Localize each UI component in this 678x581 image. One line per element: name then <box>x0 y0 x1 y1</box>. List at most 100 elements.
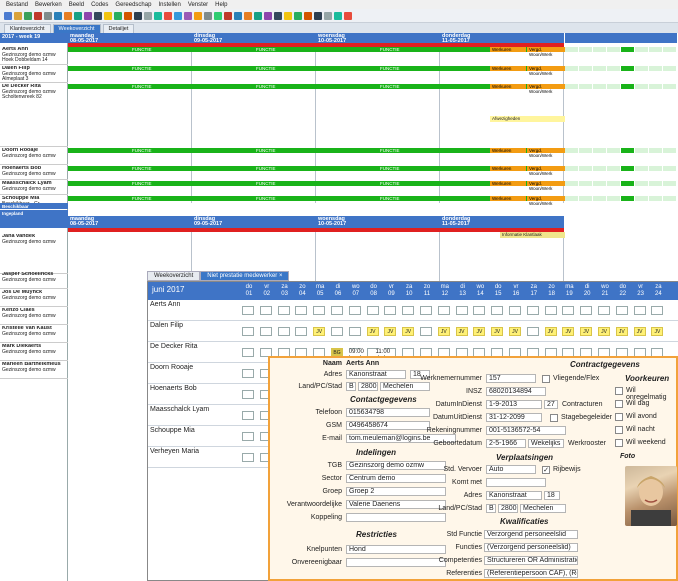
day-cell[interactable] <box>402 306 415 315</box>
menu-codes[interactable]: Codes <box>91 2 108 8</box>
save-icon[interactable] <box>84 11 92 20</box>
vliegende-checkbox[interactable] <box>542 375 550 383</box>
vk3-checkbox[interactable] <box>615 413 623 421</box>
day-cell[interactable] <box>242 369 254 378</box>
stdverv-select[interactable]: Auto <box>486 465 536 474</box>
popup-staff-row[interactable]: Aerts Ann <box>148 300 678 321</box>
day-cell[interactable] <box>598 306 610 315</box>
rek-field[interactable]: 001-5136572-54 <box>486 426 566 435</box>
tab-klantoverzicht[interactable]: Klantoverzicht <box>4 24 51 33</box>
menu-bewerken[interactable]: Bewerken <box>35 2 62 8</box>
close-icon[interactable] <box>344 11 352 20</box>
functies-field[interactable]: (Verzorgend personeelslid) <box>484 543 578 552</box>
menu-venster[interactable]: Venster <box>188 2 208 8</box>
menu-gereedschap[interactable]: Gereedschap <box>115 2 151 8</box>
staff-row[interactable]: Doorn Rooaje Gezinszorg demo ozmw <box>0 148 68 165</box>
zoom-icon[interactable] <box>104 11 112 20</box>
leave-jv-cell[interactable]: JV <box>455 327 468 336</box>
leave-jv-cell[interactable]: JV <box>366 327 379 336</box>
day-cell[interactable] <box>242 411 254 420</box>
vk2-checkbox[interactable] <box>615 400 623 408</box>
mail-icon[interactable] <box>284 11 292 20</box>
day-cell[interactable] <box>455 306 468 315</box>
day-cell[interactable] <box>562 306 575 315</box>
popup-staff-row[interactable]: Dalen Filip JV JV JV JV JV JV JV JV JV JV JV JV JV JV J… <box>148 321 678 342</box>
leave-jv-cell[interactable]: JV <box>509 327 521 336</box>
day-cell[interactable] <box>526 306 539 315</box>
land2-field[interactable]: B <box>486 504 496 513</box>
staff-row[interactable]: Maasschalck Lyam Gezinszorg demo ozmw <box>0 181 68 195</box>
day-cell[interactable] <box>633 306 646 315</box>
import-icon[interactable] <box>244 11 252 20</box>
funnel-icon[interactable] <box>224 11 232 20</box>
staff-row[interactable]: Aerts Ann Gezinszorg demo ozmw Hoek Dobbel… <box>0 47 68 65</box>
back-icon[interactable] <box>4 11 12 20</box>
pc2-field[interactable]: 2800 <box>498 504 518 513</box>
tag-icon[interactable] <box>214 11 222 20</box>
close-icon[interactable]: × <box>279 273 283 279</box>
tab-weekoverzicht[interactable]: Weekoverzicht <box>52 24 101 33</box>
settings-icon[interactable] <box>334 11 342 20</box>
leave-jv-cell[interactable]: JV <box>651 327 664 336</box>
menu-instellen[interactable]: Instellen <box>158 2 180 8</box>
leave-jv-cell[interactable]: JV <box>491 327 504 336</box>
datuit-field[interactable]: 31-12-2099 <box>486 413 542 422</box>
leave-jv-cell[interactable]: JV <box>580 327 593 336</box>
export-icon[interactable] <box>234 11 242 20</box>
day-cell[interactable] <box>366 306 379 315</box>
leave-jv-cell[interactable]: JV <box>562 327 575 336</box>
staff-row[interactable]: Jos De Muynck Gezinszorg demo ozmw <box>0 290 68 307</box>
zoom-out-icon[interactable] <box>114 11 122 20</box>
menu-beeld[interactable]: Beeld <box>69 2 84 8</box>
day-cell[interactable] <box>295 327 308 336</box>
phone-icon[interactable] <box>294 11 302 20</box>
day-cell[interactable] <box>651 306 664 315</box>
day-cell[interactable] <box>242 306 254 315</box>
vk1-checkbox[interactable] <box>615 387 623 395</box>
day-cell[interactable] <box>242 390 254 399</box>
day-cell[interactable] <box>348 327 361 336</box>
day-cell[interactable] <box>242 348 254 357</box>
leave-jv-cell[interactable]: JV <box>384 327 397 336</box>
wnr-field[interactable]: 157 <box>486 374 536 383</box>
staff-row[interactable]: Marleen Barthelkmeus Gezinszorg demo ozmw <box>0 362 68 379</box>
day-cell[interactable] <box>331 306 343 315</box>
adres2-nr-field[interactable]: 18 <box>544 491 560 500</box>
ref-field[interactable]: (Referentiepersoon CAF), (Ref <box>484 569 578 578</box>
adres2-field[interactable]: Kanonstraat <box>486 491 542 500</box>
stagebegel-checkbox[interactable] <box>550 414 558 422</box>
copy-icon[interactable] <box>54 11 62 20</box>
day-cell[interactable] <box>420 327 432 336</box>
staff-row[interactable]: Jasper Schoelincks Gezinszorg demo ozmw <box>0 272 68 289</box>
day-cell[interactable] <box>242 453 254 462</box>
tab-niet-prestatie[interactable]: Niet prestatie medewerker × <box>200 271 290 281</box>
staff-row[interactable]: Jana vandek Gezinszorg demo ozmw <box>0 234 68 274</box>
leave-jv-cell[interactable]: JV <box>598 327 610 336</box>
chart-icon[interactable] <box>174 11 182 20</box>
tab-detailjet[interactable]: Detailjet <box>102 24 135 33</box>
leave-jv-cell[interactable]: JV <box>437 327 450 336</box>
day-cell[interactable] <box>615 306 628 315</box>
day-cell[interactable] <box>384 306 397 315</box>
day-cell[interactable] <box>242 432 254 441</box>
vk5-checkbox[interactable] <box>615 439 623 447</box>
land-field[interactable]: B <box>346 382 356 391</box>
pc-field[interactable]: 2800 <box>358 382 378 391</box>
datin-nr-field[interactable]: 27 <box>544 400 558 409</box>
komt-field[interactable] <box>486 478 546 487</box>
insz-field[interactable]: 68020134894 <box>486 387 546 396</box>
leave-jv-cell[interactable]: JV <box>633 327 646 336</box>
day-cell[interactable] <box>544 306 557 315</box>
tab-popup-weekoverzicht[interactable]: Weekoverzicht <box>147 271 201 281</box>
day-cell[interactable] <box>491 306 504 315</box>
menu-help[interactable]: Help <box>215 2 227 8</box>
filter-icon[interactable] <box>184 11 192 20</box>
day-cell[interactable] <box>242 327 254 336</box>
undo-icon[interactable] <box>24 11 32 20</box>
day-cell[interactable] <box>473 306 486 315</box>
day-cell[interactable] <box>331 327 343 336</box>
adres-field[interactable]: Kanonstraat <box>346 370 406 379</box>
menu-bestand[interactable]: Bestand <box>6 2 28 8</box>
day-cell[interactable] <box>313 306 326 315</box>
leave-jv-cell[interactable]: JV <box>473 327 486 336</box>
